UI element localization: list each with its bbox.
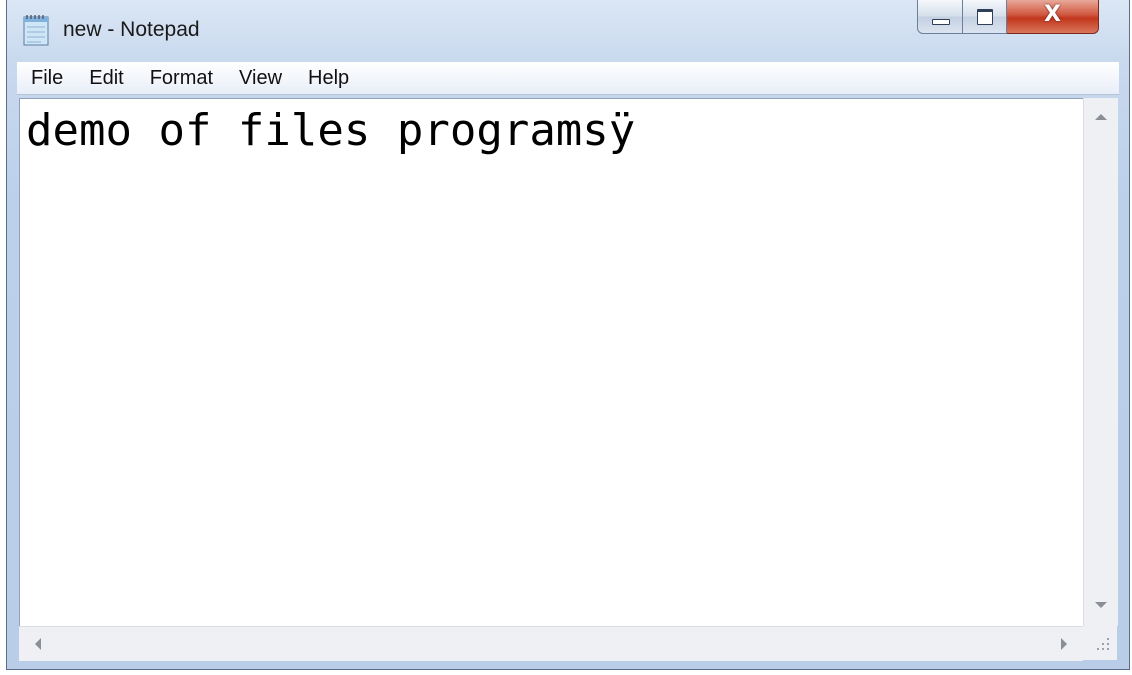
horizontal-scrollbar[interactable] <box>19 626 1083 661</box>
grip-dot <box>1097 648 1099 650</box>
close-button[interactable]: X <box>1007 0 1099 34</box>
grip-dot <box>1102 643 1104 645</box>
arrow-right-icon <box>1061 638 1067 650</box>
vertical-scrollbar[interactable] <box>1083 98 1118 626</box>
maximize-icon <box>977 9 993 25</box>
close-icon: X <box>1044 2 1061 27</box>
scroll-right-button[interactable] <box>1043 627 1083 661</box>
notepad-icon <box>23 15 49 46</box>
notepad-window: new - Notepad X File Edit Format View He… <box>6 0 1130 670</box>
minimize-icon <box>932 19 950 25</box>
resize-grip[interactable] <box>1083 626 1117 660</box>
editor-content[interactable]: demo of files programsÿ <box>26 105 635 157</box>
grip-dot <box>1107 643 1109 645</box>
scroll-down-button[interactable] <box>1084 586 1118 626</box>
menu-edit[interactable]: Edit <box>73 62 133 94</box>
title-bar[interactable]: new - Notepad X <box>7 0 1129 60</box>
arrow-up-icon <box>1095 114 1107 120</box>
menu-format[interactable]: Format <box>134 62 223 94</box>
maximize-button[interactable] <box>963 0 1007 34</box>
arrow-left-icon <box>35 638 41 650</box>
menu-file[interactable]: File <box>17 62 73 94</box>
window-title: new - Notepad <box>63 18 200 41</box>
arrow-down-icon <box>1095 602 1107 608</box>
grip-dot <box>1107 638 1109 640</box>
menu-bar: File Edit Format View Help <box>17 62 1119 95</box>
scroll-up-button[interactable] <box>1084 98 1118 138</box>
caption-buttons: X <box>917 0 1117 36</box>
text-editor[interactable]: demo of files programsÿ <box>19 98 1084 627</box>
scroll-left-button[interactable] <box>19 627 59 661</box>
minimize-button[interactable] <box>917 0 963 34</box>
menu-help[interactable]: Help <box>292 62 359 94</box>
grip-dot <box>1107 648 1109 650</box>
grip-dot <box>1102 648 1104 650</box>
menu-view[interactable]: View <box>223 62 292 94</box>
